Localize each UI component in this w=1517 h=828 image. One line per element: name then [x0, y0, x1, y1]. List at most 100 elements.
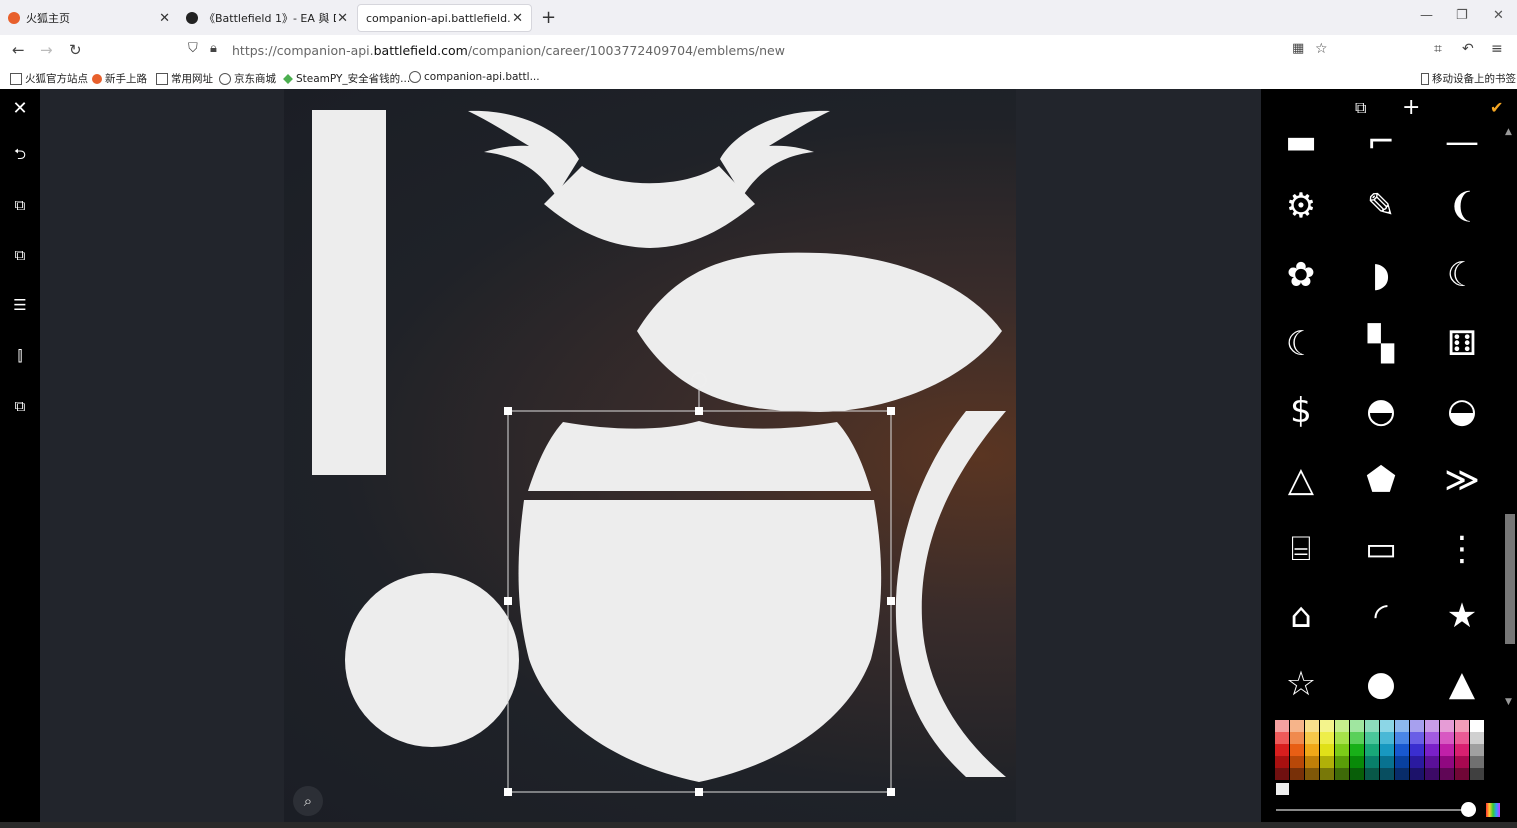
rectangle-shape[interactable]: [312, 110, 386, 475]
palette-swatch[interactable]: [1305, 732, 1319, 744]
custom-color-icon[interactable]: [1486, 803, 1500, 817]
palette-swatch[interactable]: [1425, 756, 1439, 768]
palette-swatch[interactable]: [1320, 720, 1334, 732]
gear-icon[interactable]: ⚙: [1271, 176, 1331, 236]
bookmark-item[interactable]: 京东商城: [219, 71, 276, 86]
palette-swatch[interactable]: [1275, 768, 1289, 780]
cap-side-icon[interactable]: ◒: [1432, 381, 1492, 441]
palette-swatch[interactable]: [1395, 744, 1409, 756]
camera-icon[interactable]: ⌂: [1271, 586, 1331, 646]
close-window-icon[interactable]: ✕: [1493, 8, 1504, 23]
palette-swatch[interactable]: [1365, 744, 1379, 756]
horn-left-shape[interactable]: [468, 110, 579, 196]
slider-knob[interactable]: [1461, 802, 1476, 817]
tab-battlefield[interactable]: 《Battlefield 1》- EA 與 DICE ✕: [178, 4, 356, 32]
palette-swatch[interactable]: [1395, 756, 1409, 768]
crop-icon[interactable]: ⌗: [1434, 41, 1442, 57]
palette-swatch[interactable]: [1365, 720, 1379, 732]
shield-icon[interactable]: ⬟: [1351, 450, 1411, 510]
maximize-icon[interactable]: ❐: [1456, 8, 1468, 23]
palette-swatch[interactable]: [1440, 732, 1454, 744]
bring-forward-icon[interactable]: ⧉: [10, 195, 30, 215]
scroll-up-icon[interactable]: ▲: [1505, 127, 1512, 137]
palette-swatch[interactable]: [1440, 756, 1454, 768]
palette-swatch[interactable]: [1440, 768, 1454, 780]
tab-firefox-home[interactable]: 火狐主页 ✕: [0, 4, 178, 32]
palette-swatch[interactable]: [1350, 744, 1364, 756]
resize-handle[interactable]: [695, 407, 703, 415]
palette-swatch[interactable]: [1395, 768, 1409, 780]
mobile-bookmarks[interactable]: 移动设备上的书签: [1421, 71, 1516, 86]
palette-swatch[interactable]: [1410, 732, 1424, 744]
palette-swatch[interactable]: [1320, 768, 1334, 780]
arc-shape[interactable]: [544, 166, 755, 248]
palette-swatch[interactable]: [1425, 768, 1439, 780]
wing-icon[interactable]: ✿: [1271, 245, 1331, 305]
menu-icon[interactable]: ≡: [1491, 41, 1503, 57]
bookmark-item[interactable]: SteamPY_安全省钱的...: [283, 71, 410, 86]
undo-browser-icon[interactable]: ↶: [1462, 41, 1474, 57]
shield-bottom-shape[interactable]: [518, 500, 882, 782]
bookmark-item[interactable]: companion-api.battl...: [409, 71, 540, 83]
minimize-icon[interactable]: —: [1420, 8, 1433, 23]
palette-swatch[interactable]: [1305, 768, 1319, 780]
palette-swatch[interactable]: [1410, 720, 1424, 732]
close-icon[interactable]: ✕: [337, 11, 348, 26]
dice-icon[interactable]: ⚅: [1432, 314, 1492, 374]
send-backward-icon[interactable]: ⧉: [10, 245, 30, 265]
palette-swatch[interactable]: [1410, 744, 1424, 756]
palette-swatch[interactable]: [1275, 732, 1289, 744]
horn-right-shape[interactable]: [720, 110, 830, 196]
palette-swatch[interactable]: [1320, 744, 1334, 756]
leaf-icon[interactable]: ◗: [1351, 245, 1411, 305]
resize-handle[interactable]: [695, 788, 703, 796]
crescent-shape[interactable]: [895, 411, 1006, 777]
palette-swatch[interactable]: [1470, 756, 1484, 768]
palette-swatch[interactable]: [1380, 720, 1394, 732]
shield-icon[interactable]: ⛉: [188, 41, 198, 56]
ellipse-shape[interactable]: [637, 252, 1002, 412]
star-outline-icon[interactable]: ☆: [1271, 654, 1331, 714]
palette-swatch[interactable]: [1335, 732, 1349, 744]
close-icon[interactable]: ✕: [159, 11, 170, 26]
palette-swatch[interactable]: [1275, 744, 1289, 756]
back-icon[interactable]: ←: [12, 41, 25, 59]
palette-swatch[interactable]: [1320, 756, 1334, 768]
palette-swatch[interactable]: [1470, 720, 1484, 732]
wing-curve-icon[interactable]: ❨: [1432, 176, 1492, 236]
qr-icon[interactable]: ▦: [1292, 41, 1304, 56]
bullet-icon[interactable]: ▭: [1351, 519, 1411, 579]
shield-top-shape[interactable]: [528, 421, 871, 491]
grenade-icon[interactable]: ●: [1351, 654, 1411, 714]
rifle-icon[interactable]: —: [1432, 112, 1492, 172]
resize-handle[interactable]: [504, 597, 512, 605]
bullets-icon[interactable]: ⋮: [1432, 519, 1492, 579]
palette-swatch[interactable]: [1350, 732, 1364, 744]
palette-swatch[interactable]: [1440, 744, 1454, 756]
resize-handle[interactable]: [504, 788, 512, 796]
laurel-icon[interactable]: ☾: [1432, 245, 1492, 305]
palette-swatch[interactable]: [1410, 756, 1424, 768]
flip-icon[interactable]: ⫿: [10, 346, 30, 366]
zoom-button[interactable]: ⌕: [293, 786, 323, 816]
dollar-icon[interactable]: $: [1271, 381, 1331, 441]
duplicate-icon[interactable]: ⧉: [10, 396, 30, 416]
selected-color-swatch[interactable]: [1276, 783, 1289, 795]
cap-icon[interactable]: ◓: [1351, 381, 1411, 441]
palette-swatch[interactable]: [1425, 720, 1439, 732]
palette-swatch[interactable]: [1455, 720, 1469, 732]
pistol-icon[interactable]: ▬: [1271, 112, 1331, 172]
magazine-icon[interactable]: ◜: [1351, 586, 1411, 646]
url-bar[interactable]: https://companion-api.battlefield.com/co…: [232, 43, 785, 58]
palette-swatch[interactable]: [1455, 756, 1469, 768]
palette-swatch[interactable]: [1365, 756, 1379, 768]
palette-swatch[interactable]: [1335, 720, 1349, 732]
palette-swatch[interactable]: [1380, 732, 1394, 744]
align-icon[interactable]: ☰: [10, 295, 30, 315]
palette-swatch[interactable]: [1365, 732, 1379, 744]
forward-icon[interactable]: →: [40, 41, 53, 59]
palette-swatch[interactable]: [1470, 732, 1484, 744]
checker-icon[interactable]: ▚: [1351, 314, 1411, 374]
palette-swatch[interactable]: [1350, 756, 1364, 768]
palette-swatch[interactable]: [1305, 756, 1319, 768]
